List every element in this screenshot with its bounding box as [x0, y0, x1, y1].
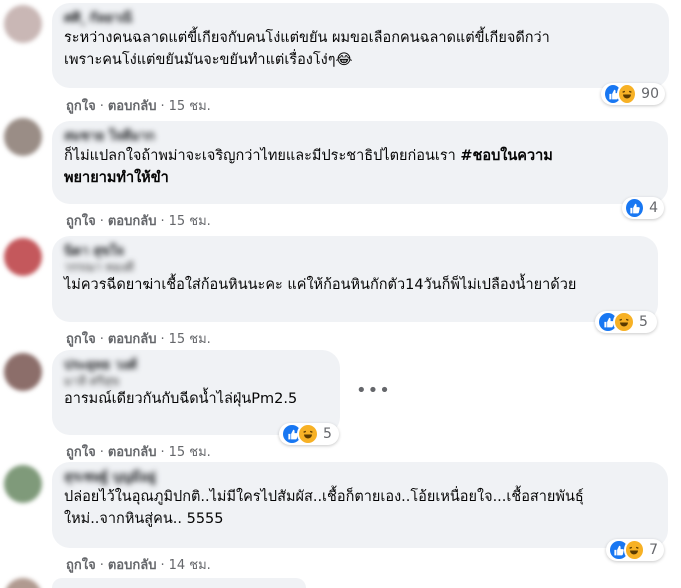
comment-line: อารมณ์เดียวกันกับฉีดน้ำไล่ฝุ่นPm2.5 [64, 391, 298, 407]
author-name[interactable]: ศศิ ุ กัลยาณี [64, 11, 657, 27]
reply-link[interactable]: ตอบกลับ [108, 558, 157, 573]
comment-bubble: สุรเชษฐ์ บุญมีอยู่ ปล่อยไว้ในอุณภูมิปกติ… [52, 462, 668, 548]
like-link[interactable]: ถูกใจ [66, 332, 96, 347]
comment-actions: ถูกใจ · ตอบกลับ · 15 ชม. [66, 99, 211, 114]
author-subline: วรรณา ทองดี [64, 260, 135, 274]
comment-text: อารมณ์เดียวกันกับฉีดน้ำไล่ฝุ่นPm2.5 [64, 388, 328, 410]
reaction-summary[interactable]: 5 [595, 311, 657, 333]
comment-line: ระหว่างคนฉลาดแต่ขี้เกียจกับคนโง่แต่ขยัน … [64, 30, 550, 46]
reaction-summary[interactable]: 90 [601, 83, 665, 105]
timestamp[interactable]: 15 ชม. [169, 332, 211, 347]
avatar[interactable] [4, 118, 42, 156]
comment-line: ก็ไม่แปลกใจถ้าพม่าจะเจริญกว่าไทยและมีประ… [64, 145, 656, 167]
reply-link[interactable]: ตอบกลับ [108, 214, 157, 229]
hashtag-link[interactable]: #ชอบในความ [460, 148, 552, 164]
author-name[interactable]: สมชาย ใจดีมาก [64, 129, 656, 145]
reaction-count: 5 [639, 314, 648, 330]
comment-line: ไม่ควรฉีดยาฆ่าเชื้อใส่ก้อนหินนะคะ แค่ให้… [64, 277, 577, 293]
thumbs-up-icon [624, 197, 646, 219]
comment-feed: ศศิ ุ กัลยาณี ระหว่างคนฉลาดแต่ขี้เกียจกั… [0, 0, 681, 588]
avatar[interactable] [4, 5, 42, 43]
laughing-face-icon [617, 83, 638, 105]
comment-line: พยายามทำให้ขำ [64, 170, 169, 186]
like-link[interactable]: ถูกใจ [66, 214, 96, 229]
reaction-summary[interactable]: 4 [622, 197, 664, 219]
more-options-icon[interactable]: ••• [356, 380, 391, 401]
author-name[interactable]: นิดา สุขใจ [64, 244, 646, 260]
comment-actions: ถูกใจ · ตอบกลับ · 15 ชม. [66, 445, 211, 460]
comment-actions: ถูกใจ · ตอบกลับ · 14 ชม. [66, 558, 211, 573]
author-subline: มาลี ศรีสุข [64, 374, 120, 388]
avatar[interactable] [4, 578, 42, 588]
comment-line: ปล่อยไว้ในอุณภูมิปกติ..ไม่มีใครไปสัมผัส.… [64, 489, 584, 505]
comment-bubble: สมชาย ใจดีมาก ก็ไม่แปลกใจถ้าพม่าจะเจริญก… [52, 121, 668, 204]
comment-text: ระหว่างคนฉลาดแต่ขี้เกียจกับคนโง่แต่ขยัน … [64, 27, 657, 71]
comment-line: ใหม่..จากหินสู่คน.. 5555 [64, 511, 224, 527]
author-name[interactable]: ประยุทธ วงศ์ [64, 358, 328, 374]
reaction-summary[interactable]: 7 [606, 539, 664, 561]
comment-bubble: นิดา สุขใจ วรรณา ทองดี ไม่ควรฉีดยาฆ่าเชื… [52, 236, 658, 322]
timestamp[interactable]: 15 ชม. [169, 99, 211, 114]
comment-bubble [52, 578, 306, 588]
reaction-count: 5 [323, 426, 332, 442]
comment-text: ก็ไม่แปลกใจถ้าพม่าจะเจริญกว่าไทยและมีประ… [64, 145, 656, 189]
like-link[interactable]: ถูกใจ [66, 558, 96, 573]
avatar[interactable] [4, 353, 42, 391]
reaction-summary[interactable]: 5 [279, 423, 339, 445]
timestamp[interactable]: 15 ชม. [169, 445, 211, 460]
comment-actions: ถูกใจ · ตอบกลับ · 15 ชม. [66, 214, 211, 229]
avatar[interactable] [4, 465, 42, 503]
laughing-face-icon [613, 311, 635, 333]
reaction-count: 90 [641, 86, 659, 102]
comment-line-text: ก็ไม่แปลกใจถ้าพม่าจะเจริญกว่าไทยและมีประ… [64, 148, 461, 164]
like-link[interactable]: ถูกใจ [66, 99, 96, 114]
laughing-face-icon [297, 423, 319, 445]
laughing-face-icon [623, 539, 646, 561]
reaction-count: 7 [649, 542, 658, 558]
reply-link[interactable]: ตอบกลับ [108, 445, 157, 460]
comment-line: เพราะคนโง่แต่ขยันมันจะขยันทำแต่เรื่องโง่… [64, 52, 353, 68]
comment-text: ปล่อยไว้ในอุณภูมิปกติ..ไม่มีใครไปสัมผัส.… [64, 486, 656, 530]
comment-bubble: ศศิ ุ กัลยาณี ระหว่างคนฉลาดแต่ขี้เกียจกั… [52, 3, 669, 88]
like-link[interactable]: ถูกใจ [66, 445, 96, 460]
reply-link[interactable]: ตอบกลับ [108, 332, 157, 347]
avatar[interactable] [4, 238, 42, 276]
comment-actions: ถูกใจ · ตอบกลับ · 15 ชม. [66, 332, 211, 347]
timestamp[interactable]: 14 ชม. [169, 558, 211, 573]
author-name[interactable]: สุรเชษฐ์ บุญมีอยู่ [64, 470, 656, 486]
reply-link[interactable]: ตอบกลับ [108, 99, 157, 114]
reaction-count: 4 [649, 200, 658, 216]
comment-text: ไม่ควรฉีดยาฆ่าเชื้อใส่ก้อนหินนะคะ แค่ให้… [64, 274, 646, 296]
timestamp[interactable]: 15 ชม. [169, 214, 211, 229]
